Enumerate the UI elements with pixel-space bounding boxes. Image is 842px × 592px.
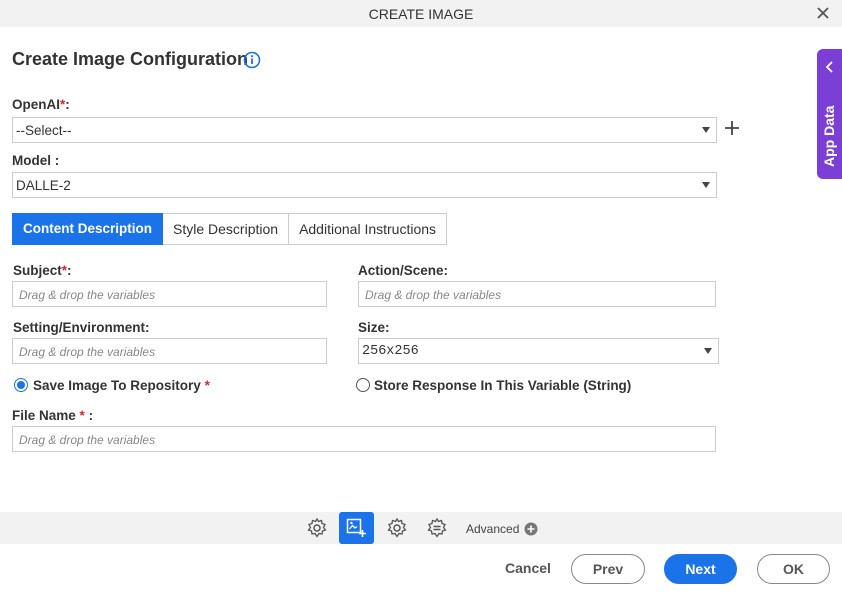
image-add-step-button[interactable] <box>339 512 374 544</box>
ok-button[interactable]: OK <box>757 554 830 584</box>
dialog-titlebar: CREATE IMAGE <box>0 0 842 27</box>
plus-circle-icon[interactable] <box>524 522 538 536</box>
size-select[interactable]: 256x256 <box>358 338 719 364</box>
chevron-down-icon <box>704 348 712 354</box>
image-add-icon <box>346 518 366 537</box>
model-select-value: DALLE-2 <box>16 178 71 193</box>
openai-select[interactable]: --Select-- <box>12 117 717 143</box>
settings-cog-icon[interactable] <box>386 517 408 539</box>
tab-style-description[interactable]: Style Description <box>163 213 290 245</box>
prev-button[interactable]: Prev <box>571 554 645 584</box>
subject-input[interactable]: Drag & drop the variables <box>12 281 327 307</box>
model-label: Model : <box>12 153 60 168</box>
dialog-title: CREATE IMAGE <box>368 6 474 22</box>
info-icon[interactable] <box>243 51 261 69</box>
app-data-label: App Data <box>821 105 837 167</box>
store-in-variable-label: Store Response In This Variable (String) <box>374 378 632 393</box>
app-data-panel-toggle[interactable]: App Data <box>817 49 842 179</box>
description-tabs: Content Description Style Description Ad… <box>12 213 448 245</box>
action-scene-label: Action/Scene: <box>358 263 449 278</box>
size-label: Size: <box>358 320 390 335</box>
gear-icon[interactable] <box>306 517 328 539</box>
setting-label: Setting/Environment: <box>13 320 150 335</box>
close-icon[interactable] <box>814 4 832 22</box>
chevron-down-icon <box>702 127 710 133</box>
subject-label: Subject*: <box>13 263 72 278</box>
tab-additional-instructions[interactable]: Additional Instructions <box>289 213 448 245</box>
list-settings-icon[interactable] <box>426 517 448 539</box>
save-to-repository-radio[interactable] <box>14 378 28 392</box>
action-scene-input[interactable]: Drag & drop the variables <box>358 281 716 307</box>
advanced-label[interactable]: Advanced <box>466 522 519 536</box>
save-to-repository-label: Save Image To Repository * <box>33 378 210 393</box>
page-title: Create Image Configuration <box>12 49 249 69</box>
openai-label: OpenAI*: <box>12 97 70 112</box>
step-toolbar <box>0 512 842 544</box>
chevron-left-icon <box>825 61 833 73</box>
file-name-label: File Name * : <box>12 408 94 423</box>
file-name-input[interactable]: Drag & drop the variables <box>12 426 716 452</box>
store-in-variable-radio[interactable] <box>356 378 370 392</box>
size-select-value: 256x256 <box>362 344 419 359</box>
next-button[interactable]: Next <box>664 554 737 584</box>
chevron-down-icon <box>702 182 710 188</box>
tab-content-description[interactable]: Content Description <box>12 213 164 245</box>
openai-select-value: --Select-- <box>16 123 72 138</box>
cancel-button[interactable]: Cancel <box>498 554 558 584</box>
plus-icon[interactable] <box>724 120 740 136</box>
setting-input[interactable]: Drag & drop the variables <box>12 338 327 364</box>
model-select[interactable]: DALLE-2 <box>12 172 717 198</box>
